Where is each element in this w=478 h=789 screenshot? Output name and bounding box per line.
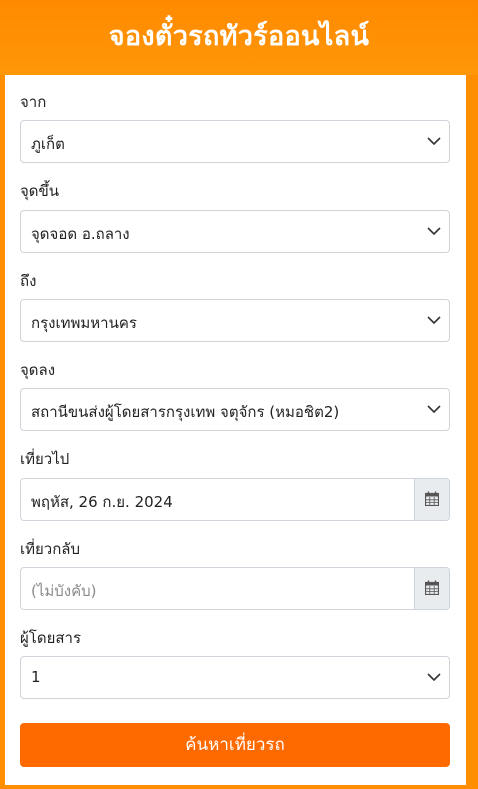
- dropoff-value: สถานีขนส่งผู้โดยสารกรุงเทพ จตุจักร (หมอช…: [31, 403, 340, 421]
- return-date-input[interactable]: (ไม่บังคับ): [20, 567, 450, 610]
- pickup-select[interactable]: จุดจอด อ.ถลาง: [20, 210, 450, 253]
- depart-value: พฤหัส, 26 ก.ย. 2024: [31, 493, 173, 511]
- header-bar: จองตั๋วรถทัวร์ออนไลน์: [0, 0, 478, 75]
- page-title: จองตั๋วรถทัวร์ออนไลน์: [108, 21, 370, 52]
- chevron-down-icon: [427, 227, 441, 236]
- chevron-down-icon: [427, 405, 441, 414]
- return-label: เที่ยวกลับ: [20, 540, 81, 558]
- to-label: ถึง: [20, 272, 37, 290]
- dropoff-label: จุดลง: [20, 361, 56, 379]
- passengers-select[interactable]: 1: [20, 656, 450, 699]
- return-calendar-button[interactable]: [414, 568, 449, 609]
- pickup-value: จุดจอด อ.ถลาง: [31, 225, 130, 243]
- depart-label: เที่ยวไป: [20, 450, 70, 468]
- from-select[interactable]: ภูเก็ต: [20, 120, 450, 163]
- depart-date-input[interactable]: พฤหัส, 26 ก.ย. 2024: [20, 478, 450, 521]
- chevron-down-icon: [427, 316, 441, 325]
- chevron-down-icon: [427, 673, 441, 682]
- to-value: กรุงเทพมหานคร: [31, 314, 137, 332]
- from-label: จาก: [20, 93, 47, 111]
- calendar-icon: [425, 580, 439, 595]
- passengers-label: ผู้โดยสาร: [20, 629, 82, 647]
- chevron-down-icon: [427, 137, 441, 146]
- depart-calendar-button[interactable]: [414, 479, 449, 520]
- to-select[interactable]: กรุงเทพมหานคร: [20, 299, 450, 342]
- dropoff-select[interactable]: สถานีขนส่งผู้โดยสารกรุงเทพ จตุจักร (หมอช…: [20, 388, 450, 431]
- return-placeholder: (ไม่บังคับ): [31, 582, 97, 600]
- passengers-value: 1: [31, 668, 41, 686]
- from-value: ภูเก็ต: [31, 135, 65, 153]
- search-trips-button[interactable]: ค้นหาเที่ยวรถ: [20, 723, 450, 767]
- calendar-icon: [425, 491, 439, 506]
- booking-form: จาก ภูเก็ต จุดขึ้น จุดจอด อ.ถลาง ถึง กรุ…: [5, 75, 466, 785]
- pickup-label: จุดขึ้น: [20, 182, 60, 200]
